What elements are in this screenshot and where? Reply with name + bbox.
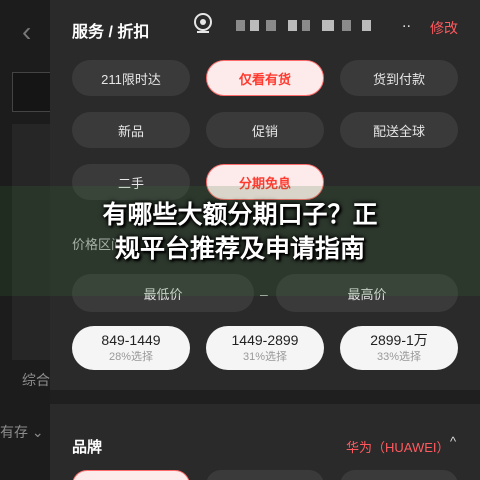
- section-title-service: 服务 / 折扣: [72, 24, 150, 41]
- background-sort-label: 综合: [22, 372, 50, 388]
- price-range-chip[interactable]: 849-1449 28%选择: [72, 326, 190, 370]
- brand-chip[interactable]: [72, 470, 190, 480]
- brand-chip[interactable]: [206, 470, 324, 480]
- price-range-value: 2899-1万: [370, 332, 428, 348]
- chip-211-express[interactable]: 211限时达: [72, 60, 190, 96]
- address-text-redacted: [236, 20, 411, 32]
- chip-cash-on-delivery[interactable]: 货到付款: [340, 60, 458, 96]
- overlay-line-1: 有哪些大额分期口子？正: [102, 200, 378, 229]
- overlay-headline: 有哪些大额分期口子？正 规平台推荐及申请指南: [0, 198, 480, 266]
- ellipsis-text: ..: [402, 14, 411, 31]
- price-range-percent: 33%选择: [376, 351, 422, 363]
- chip-new[interactable]: 新品: [72, 112, 190, 148]
- brand-selected-value[interactable]: 华为（HUAWEI）: [346, 437, 450, 456]
- location-icon[interactable]: [191, 12, 215, 36]
- drawer-header: 服务 / 折扣 .. 修改: [50, 0, 480, 52]
- price-range-value: 849-1449: [101, 332, 161, 348]
- overlay-line-2: 规平台推荐及申请指南: [114, 234, 365, 263]
- background-stock-label: 有存 ⌄: [0, 424, 44, 440]
- background-search-box: [12, 72, 52, 112]
- edit-address-link[interactable]: 修改: [430, 18, 458, 38]
- section-divider: [50, 390, 480, 404]
- chip-in-stock-only[interactable]: 仅看有货: [206, 60, 324, 96]
- price-range-chip[interactable]: 2899-1万 33%选择: [340, 326, 458, 370]
- back-icon[interactable]: ‹: [22, 18, 31, 46]
- price-range-percent: 31%选择: [242, 351, 288, 363]
- brand-chip[interactable]: [340, 470, 458, 480]
- chevron-up-icon[interactable]: ^: [450, 434, 456, 449]
- chip-promotion[interactable]: 促销: [206, 112, 324, 148]
- chip-global-shipping[interactable]: 配送全球: [340, 112, 458, 148]
- brand-section-title: 品牌: [72, 439, 103, 456]
- price-range-chip[interactable]: 1449-2899 31%选择: [206, 326, 324, 370]
- price-range-value: 1449-2899: [231, 332, 299, 348]
- price-range-percent: 28%选择: [108, 351, 154, 363]
